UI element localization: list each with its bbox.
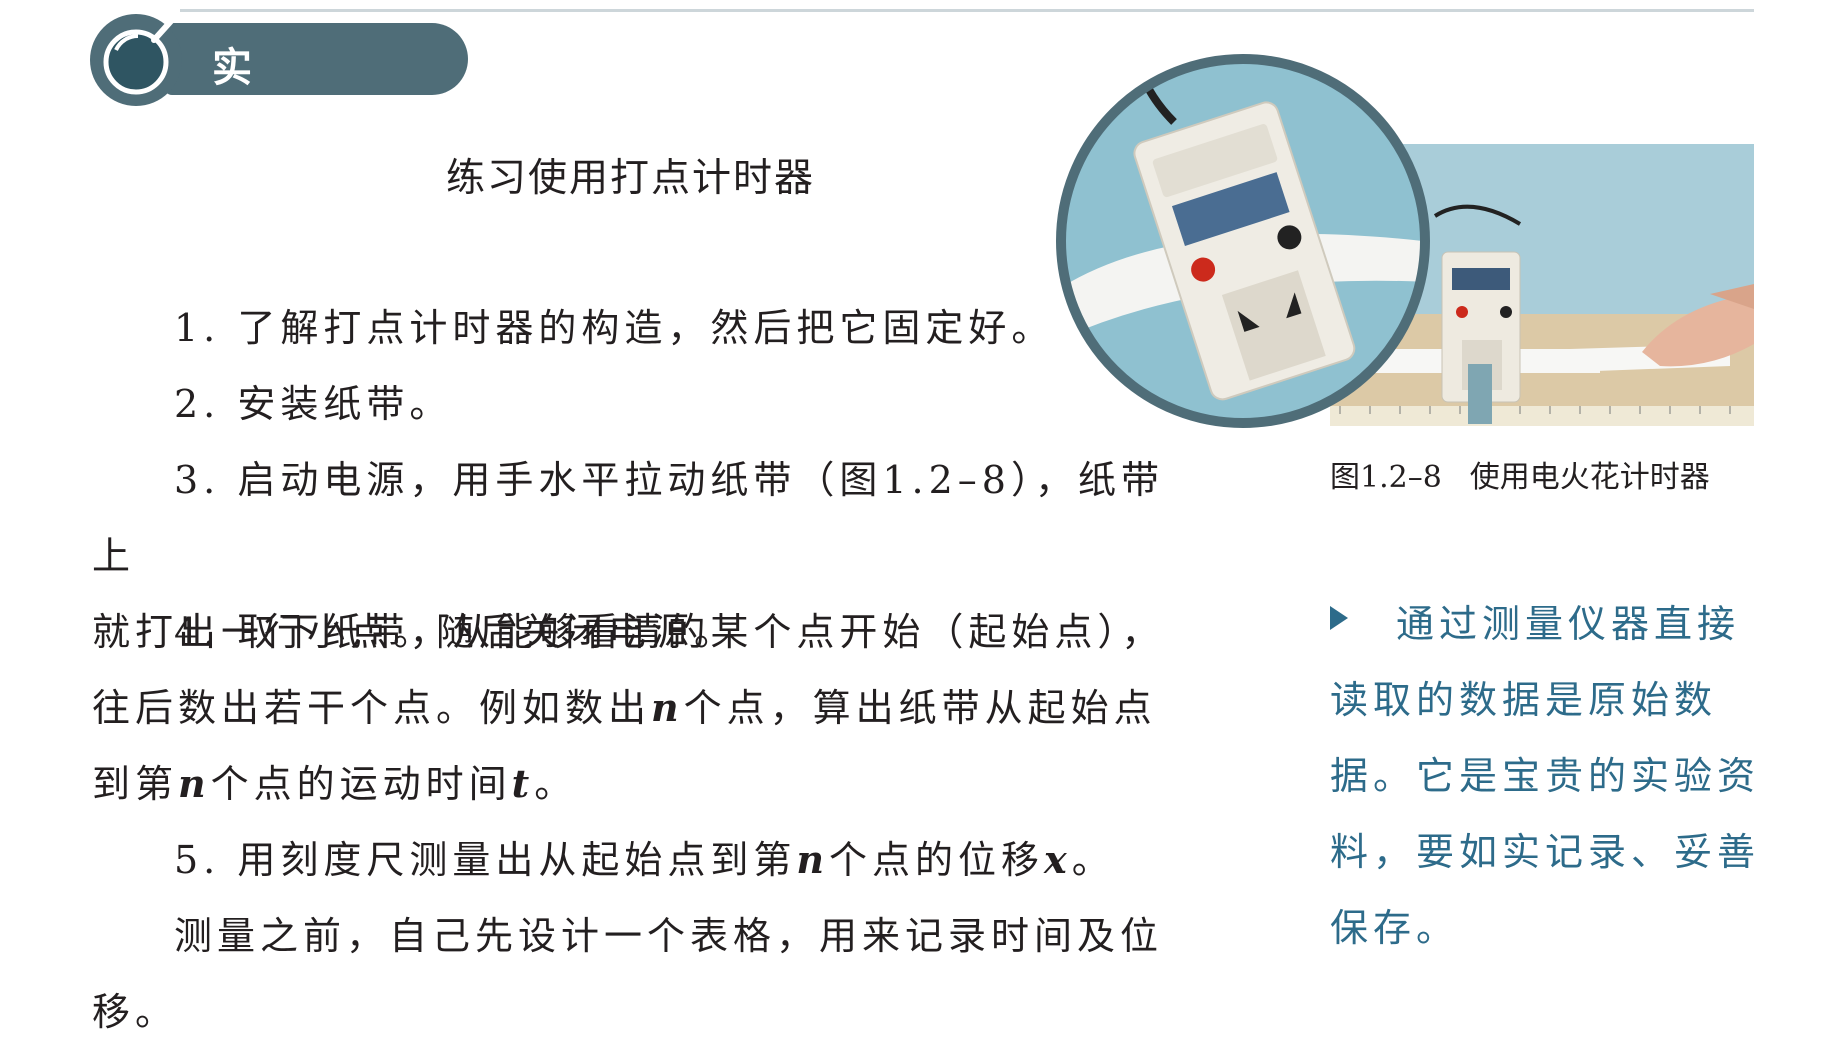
step-text: 个点，算出纸带从起始点 xyxy=(683,686,1157,730)
side-note: 通过测量仪器直接读取的数据是原始数据。它是宝贵的实验资料，要如实记录、妥善保存。 xyxy=(1330,586,1760,966)
experiment-title: 练习使用打点计时器 xyxy=(446,156,816,201)
step-number: 4. xyxy=(174,610,221,654)
step-text: 个点的位移 xyxy=(829,838,1045,882)
variable-n: n xyxy=(796,837,830,882)
step-5: 5. 用刻度尺测量出从起始点到第n个点的位移x。 xyxy=(92,822,1198,898)
step-number: 3. xyxy=(174,458,221,502)
step-text: 启动电源，用手水平拉动纸带（图1.2–8），纸带上 xyxy=(92,458,1164,578)
step-text: 取下纸带，从能够看清的某个点开始（起始点）， xyxy=(237,610,1165,654)
magnifier-icon xyxy=(90,14,182,106)
step-number: 5. xyxy=(174,838,221,882)
step-text: 。 xyxy=(534,762,578,806)
step-number: 2. xyxy=(174,382,221,426)
step-text: 了解打点计时器的构造，然后把它固定好。 xyxy=(237,306,1055,350)
figure-number: 图1.2–8 xyxy=(1330,460,1442,495)
variable-t: t xyxy=(511,761,535,806)
badge-label: 实 验 xyxy=(212,45,352,149)
step-text: 个点的运动时间 xyxy=(210,762,512,806)
timer-closeup-inset xyxy=(1056,54,1430,428)
step-text: 。 xyxy=(1071,838,1115,882)
side-note-text: 通过测量仪器直接读取的数据是原始数据。它是宝贵的实验资料，要如实记录、妥善保存。 xyxy=(1330,602,1761,950)
final-instruction: 测量之前，自己先设计一个表格，用来记录时间及位移。 xyxy=(92,898,1198,1050)
section-badge: 实 验 xyxy=(86,10,468,149)
step-text: 用刻度尺测量出从起始点到第 xyxy=(237,838,797,882)
step-4: 4. 取下纸带，从能够看清的某个点开始（起始点）， 往后数出若干个点。例如数出n… xyxy=(92,594,1198,822)
top-rule xyxy=(180,9,1754,12)
step-text: 往后数出若干个点。例如数出 xyxy=(92,686,652,730)
figure-caption-text: 使用电火花计时器 xyxy=(1469,460,1710,495)
variable-n: n xyxy=(178,761,211,806)
step-1: 1. 了解打点计时器的构造，然后把它固定好。 xyxy=(92,290,1198,366)
final-text: 测量之前，自己先设计一个表格，用来记录时间及位移。 xyxy=(92,914,1164,1034)
step-text: 到第 xyxy=(92,762,179,806)
step-number: 1. xyxy=(174,306,221,350)
variable-x: x xyxy=(1044,837,1072,882)
step-text: 安装纸带。 xyxy=(237,382,453,426)
variable-n: n xyxy=(651,685,684,730)
figure-caption: 图1.2–8 使用电火花计时器 xyxy=(1330,452,1710,496)
step-2: 2. 安装纸带。 xyxy=(92,366,1198,442)
